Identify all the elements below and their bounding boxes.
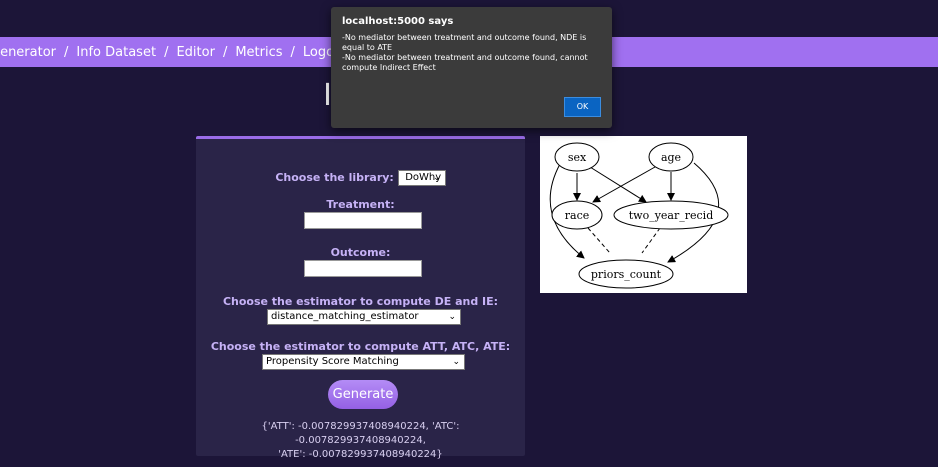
- nav-generator[interactable]: Generator: [0, 45, 56, 60]
- generate-button[interactable]: Generate: [328, 380, 398, 409]
- library-label: Choose the library:: [275, 171, 394, 184]
- library-select[interactable]: DoWhy ⌄: [397, 170, 446, 186]
- causal-graph: sex age race two_year_recid priors_count: [540, 136, 747, 293]
- node-two-year-recid-label: two_year_recid: [629, 209, 714, 222]
- att-estimator-select[interactable]: Propensity Score Matching ⌄: [262, 354, 465, 370]
- nav-separator: /: [164, 44, 169, 60]
- edge-race-priors-count: [587, 227, 611, 254]
- edge-recid-priors-count: [641, 227, 661, 254]
- att-estimator-value: Propensity Score Matching: [266, 356, 399, 367]
- causal-graph-svg: sex age race two_year_recid priors_count: [549, 142, 729, 289]
- form-card: Choose the library: DoWhy ⌄ Treatment: O…: [196, 136, 525, 460]
- nav-editor[interactable]: Editor: [176, 45, 214, 60]
- edge-sex-two-year-recid: [589, 166, 647, 203]
- de-ie-estimator-label: Choose the estimator to compute DE and I…: [222, 295, 499, 308]
- nav-separator: /: [64, 44, 69, 60]
- dialog-message: -No mediator between treatment and outco…: [342, 33, 604, 73]
- nav-separator: /: [290, 44, 295, 60]
- dialog-message-line-1: -No mediator between treatment and outco…: [342, 33, 587, 52]
- ok-button[interactable]: OK: [564, 97, 601, 117]
- nav-metrics[interactable]: Metrics: [235, 45, 282, 60]
- library-row: Choose the library: DoWhy ⌄: [196, 170, 525, 186]
- treatment-input[interactable]: [304, 212, 422, 229]
- alert-dialog: localhost:5000 says -No mediator between…: [331, 7, 612, 128]
- nav-info-dataset[interactable]: Info Dataset: [76, 45, 156, 60]
- nav-separator: /: [222, 44, 228, 60]
- de-ie-estimator-value: distance_matching_estimator: [271, 311, 419, 322]
- outcome-input[interactable]: [304, 260, 422, 277]
- node-priors-count-label: priors_count: [591, 268, 662, 281]
- result-line-2: 'ATE': -0.007829937408940224}: [278, 449, 443, 460]
- chevron-down-icon: ⌄: [433, 173, 441, 183]
- outcome-label: Outcome:: [330, 246, 391, 259]
- node-sex-label: sex: [568, 151, 587, 164]
- node-race-label: race: [565, 209, 590, 222]
- chevron-down-icon: ⌄: [452, 357, 460, 367]
- dialog-message-line-2: -No mediator between treatment and outco…: [342, 53, 588, 72]
- dialog-title: localhost:5000 says: [342, 16, 454, 27]
- chevron-down-icon: ⌄: [448, 312, 456, 322]
- treatment-label: Treatment:: [326, 198, 395, 211]
- de-ie-estimator-select[interactable]: distance_matching_estimator ⌄: [267, 309, 461, 325]
- node-age-label: age: [661, 151, 681, 164]
- result-line-1: {'ATT': -0.007829937408940224, 'ATC': -0…: [261, 421, 460, 446]
- result-output: {'ATT': -0.007829937408940224, 'ATC': -0…: [196, 420, 525, 462]
- edge-age-race: [592, 166, 656, 203]
- att-estimator-label: Choose the estimator to compute ATT, ATC…: [210, 340, 511, 353]
